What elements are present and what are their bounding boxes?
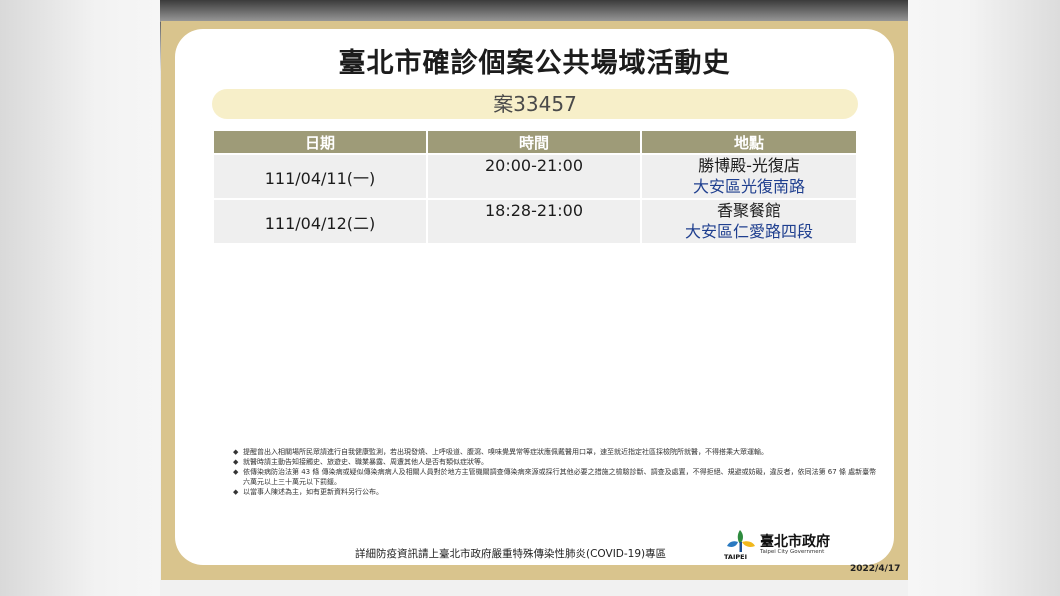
place-address: 大安區仁愛路四段 [684, 222, 813, 241]
notice-panel: 臺北市確診個案公共場域活動史 案33457 日期 時間 地點 111/04/11… [175, 29, 894, 565]
activity-table: 日期 時間 地點 111/04/11(一) 20:00-21:00 勝博殿-光復… [212, 129, 858, 245]
page-title: 臺北市確診個案公共場域活動史 [338, 48, 731, 79]
time-cell: 18:28-21:00 [428, 200, 640, 243]
notes-list: ◆ 提醒曾出入相關場所民眾請進行自我健康監測，若出現發燒、上呼吸道、腹瀉、嗅味覺… [233, 447, 883, 497]
bullet-icon: ◆ [233, 468, 239, 476]
date-cell: 111/04/12(二) [214, 200, 426, 243]
column-header-place: 地點 [642, 131, 856, 153]
taipei-logo: TAIPEI 臺北市政府 Taipei City Government [724, 528, 849, 562]
note-item: ◆ 依傳染病防治法第 43 條 傳染病或疑似傳染病病人及相關人員對於地方主管機關… [233, 467, 883, 487]
note-text: 就醫時請主動告知接觸史、旅遊史、職業暴露、周遭其他人是否有類似症狀等。 [243, 458, 488, 466]
place-cell: 香聚餐館 大安區仁愛路四段 [642, 200, 856, 243]
bullet-icon: ◆ [233, 448, 239, 456]
column-header-time: 時間 [428, 131, 640, 153]
note-item: ◆ 提醒曾出入相關場所民眾請進行自我健康監測，若出現發燒、上呼吸道、腹瀉、嗅味覺… [233, 447, 883, 457]
logo-chinese-name: 臺北市政府 [760, 534, 830, 550]
place-cell: 勝博殿-光復店 大安區光復南路 [642, 155, 856, 198]
note-text: 以當事人陳述為主，如有更新資料另行公布。 [243, 488, 383, 496]
notice-card: 臺北市確診個案公共場域活動史 案33457 日期 時間 地點 111/04/11… [161, 21, 908, 580]
note-text: 提醒曾出入相關場所民眾請進行自我健康監測，若出現發燒、上呼吸道、腹瀉、嗅味覺異常… [243, 448, 768, 456]
publish-date: 2022/4/17 [850, 564, 901, 574]
time-cell: 20:00-21:00 [428, 155, 640, 198]
date-cell: 111/04/11(一) [214, 155, 426, 198]
background-left [0, 0, 160, 596]
note-item: ◆ 以當事人陳述為主，如有更新資料另行公布。 [233, 487, 883, 497]
note-text: 依傳染病防治法第 43 條 傳染病或疑似傳染病病人及相關人員對於地方主管機關調查… [243, 468, 877, 486]
table-row: 111/04/12(二) 18:28-21:00 香聚餐館 大安區仁愛路四段 [214, 200, 856, 243]
background-right [908, 0, 1060, 596]
case-number-badge: 案33457 [212, 89, 858, 119]
table-row: 111/04/11(一) 20:00-21:00 勝博殿-光復店 大安區光復南路 [214, 155, 856, 198]
bullet-icon: ◆ [233, 488, 239, 496]
place-address: 大安區光復南路 [692, 177, 805, 196]
bullet-icon: ◆ [233, 458, 239, 466]
table-header-row: 日期 時間 地點 [214, 131, 856, 153]
column-header-date: 日期 [214, 131, 426, 153]
place-name: 香聚餐館 [716, 201, 781, 220]
logo-mark-text: TAIPEI [724, 553, 748, 561]
logo-english-name: Taipei City Government [760, 549, 825, 555]
note-item: ◆ 就醫時請主動告知接觸史、旅遊史、職業暴露、周遭其他人是否有類似症狀等。 [233, 457, 883, 467]
footer-info: 詳細防疫資訊請上臺北市政府嚴重特殊傳染性肺炎(COVID-19)專區 [355, 548, 667, 560]
place-name: 勝博殿-光復店 [698, 156, 800, 175]
